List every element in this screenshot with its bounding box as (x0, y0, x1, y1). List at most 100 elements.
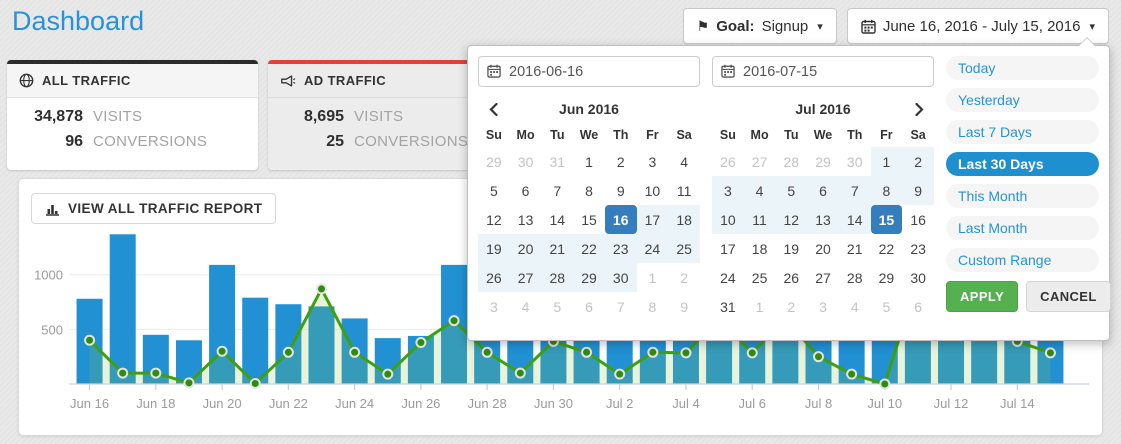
view-all-traffic-report-button[interactable]: VIEW ALL TRAFFIC REPORT (31, 193, 276, 224)
preset-last-month[interactable]: Last Month (946, 216, 1099, 240)
calendar-day[interactable]: 3 (637, 147, 669, 176)
point-jun-24[interactable] (350, 348, 359, 357)
point-jul-4[interactable] (681, 348, 690, 357)
calendar-day[interactable]: 19 (775, 234, 807, 263)
calendar-day[interactable]: 30 (605, 263, 637, 292)
calendar-day[interactable]: 29 (807, 147, 839, 176)
calendar-day[interactable]: 8 (573, 176, 605, 205)
goal-selector-button[interactable]: ⚑ Goal: Signup ▾ (683, 8, 837, 44)
point-jul-9[interactable] (847, 370, 856, 379)
calendar-day[interactable]: 3 (478, 292, 510, 321)
calendar-day[interactable]: 4 (510, 292, 542, 321)
point-jun-23[interactable] (317, 284, 326, 293)
point-jul-8[interactable] (814, 352, 823, 361)
calendar-day[interactable]: 19 (478, 234, 510, 263)
calendar-day[interactable]: 23 (902, 234, 934, 263)
date-range-button[interactable]: June 16, 2016 - July 15, 2016 ▾ (847, 8, 1109, 44)
bar-jun-17[interactable] (110, 234, 136, 384)
calendar-day[interactable]: 26 (775, 263, 807, 292)
preset-today[interactable]: Today (946, 56, 1099, 80)
calendar-day[interactable]: 13 (510, 205, 542, 234)
chevron-left-icon[interactable] (478, 103, 508, 116)
calendar-day[interactable]: 14 (541, 205, 573, 234)
calendar-day[interactable]: 26 (478, 263, 510, 292)
calendar-day[interactable]: 11 (744, 205, 776, 234)
calendar-day[interactable]: 24 (637, 234, 669, 263)
point-jun-19[interactable] (184, 378, 193, 387)
calendar-day[interactable]: 29 (871, 263, 903, 292)
calendar-day[interactable]: 12 (478, 205, 510, 234)
calendar-day[interactable]: 5 (478, 176, 510, 205)
calendar-day[interactable]: 27 (807, 263, 839, 292)
calendar-day[interactable]: 16 (902, 205, 934, 234)
point-jun-25[interactable] (383, 370, 392, 379)
calendar-day[interactable]: 7 (541, 176, 573, 205)
chevron-right-icon[interactable] (904, 103, 934, 116)
calendar-day[interactable]: 6 (902, 292, 934, 321)
point-jul-2[interactable] (615, 370, 624, 379)
calendar-day[interactable]: 21 (839, 234, 871, 263)
bar-jun-21[interactable] (242, 298, 268, 384)
calendar-day[interactable]: 16 (605, 205, 637, 234)
all-traffic-card[interactable]: ALL TRAFFIC 34,878 VISITS 96 CONVERSIONS (7, 60, 258, 170)
calendar-day[interactable]: 17 (637, 205, 669, 234)
calendar-day[interactable]: 18 (744, 234, 776, 263)
calendar-day[interactable]: 6 (807, 176, 839, 205)
point-jun-16[interactable] (85, 336, 94, 345)
calendar-day[interactable]: 3 (712, 176, 744, 205)
point-jun-26[interactable] (416, 338, 425, 347)
calendar-day[interactable]: 2 (605, 147, 637, 176)
calendar-day[interactable]: 28 (541, 263, 573, 292)
calendar-day[interactable]: 3 (807, 292, 839, 321)
calendar-day[interactable]: 15 (573, 205, 605, 234)
calendar-day[interactable]: 9 (605, 176, 637, 205)
calendar-day[interactable]: 25 (668, 234, 700, 263)
start-date-input[interactable] (478, 56, 700, 87)
calendar-day[interactable]: 22 (573, 234, 605, 263)
calendar-day[interactable]: 9 (902, 176, 934, 205)
calendar-day[interactable]: 1 (871, 147, 903, 176)
calendar-day[interactable]: 12 (775, 205, 807, 234)
calendar-day[interactable]: 7 (605, 292, 637, 321)
calendar-day[interactable]: 20 (807, 234, 839, 263)
calendar-day[interactable]: 31 (541, 147, 573, 176)
calendar-day[interactable]: 26 (712, 147, 744, 176)
calendar-day[interactable]: 23 (605, 234, 637, 263)
calendar-day[interactable]: 17 (712, 234, 744, 263)
calendar-day[interactable]: 18 (668, 205, 700, 234)
calendar-day[interactable]: 24 (712, 263, 744, 292)
calendar-day[interactable]: 10 (637, 176, 669, 205)
point-jul-1[interactable] (582, 348, 591, 357)
point-jun-22[interactable] (284, 348, 293, 357)
preset-last-7-days[interactable]: Last 7 Days (946, 120, 1099, 144)
point-jun-29[interactable] (516, 369, 525, 378)
calendar-day[interactable]: 10 (712, 205, 744, 234)
calendar-day[interactable]: 5 (541, 292, 573, 321)
calendar-day[interactable]: 30 (839, 147, 871, 176)
preset-yesterday[interactable]: Yesterday (946, 88, 1099, 112)
calendar-day[interactable]: 5 (775, 176, 807, 205)
calendar-day[interactable]: 6 (573, 292, 605, 321)
calendar-day[interactable]: 13 (807, 205, 839, 234)
calendar-day[interactable]: 1 (637, 263, 669, 292)
calendar-day[interactable]: 9 (668, 292, 700, 321)
point-jul-3[interactable] (648, 348, 657, 357)
point-jun-20[interactable] (218, 347, 227, 356)
calendar-day[interactable]: 27 (510, 263, 542, 292)
calendar-day[interactable]: 30 (510, 147, 542, 176)
point-jul-15[interactable] (1046, 348, 1055, 357)
calendar-day[interactable]: 28 (775, 147, 807, 176)
calendar-day[interactable]: 28 (839, 263, 871, 292)
apply-button[interactable]: APPLY (946, 281, 1018, 312)
calendar-day[interactable]: 15 (871, 205, 903, 234)
cancel-button[interactable]: CANCEL (1026, 281, 1111, 312)
calendar-day[interactable]: 7 (839, 176, 871, 205)
point-jul-6[interactable] (748, 348, 757, 357)
calendar-day[interactable]: 30 (902, 263, 934, 292)
calendar-day[interactable]: 8 (871, 176, 903, 205)
calendar-day[interactable]: 21 (541, 234, 573, 263)
point-jun-21[interactable] (251, 379, 260, 388)
calendar-day[interactable]: 29 (478, 147, 510, 176)
point-jun-18[interactable] (151, 369, 160, 378)
calendar-day[interactable]: 22 (871, 234, 903, 263)
